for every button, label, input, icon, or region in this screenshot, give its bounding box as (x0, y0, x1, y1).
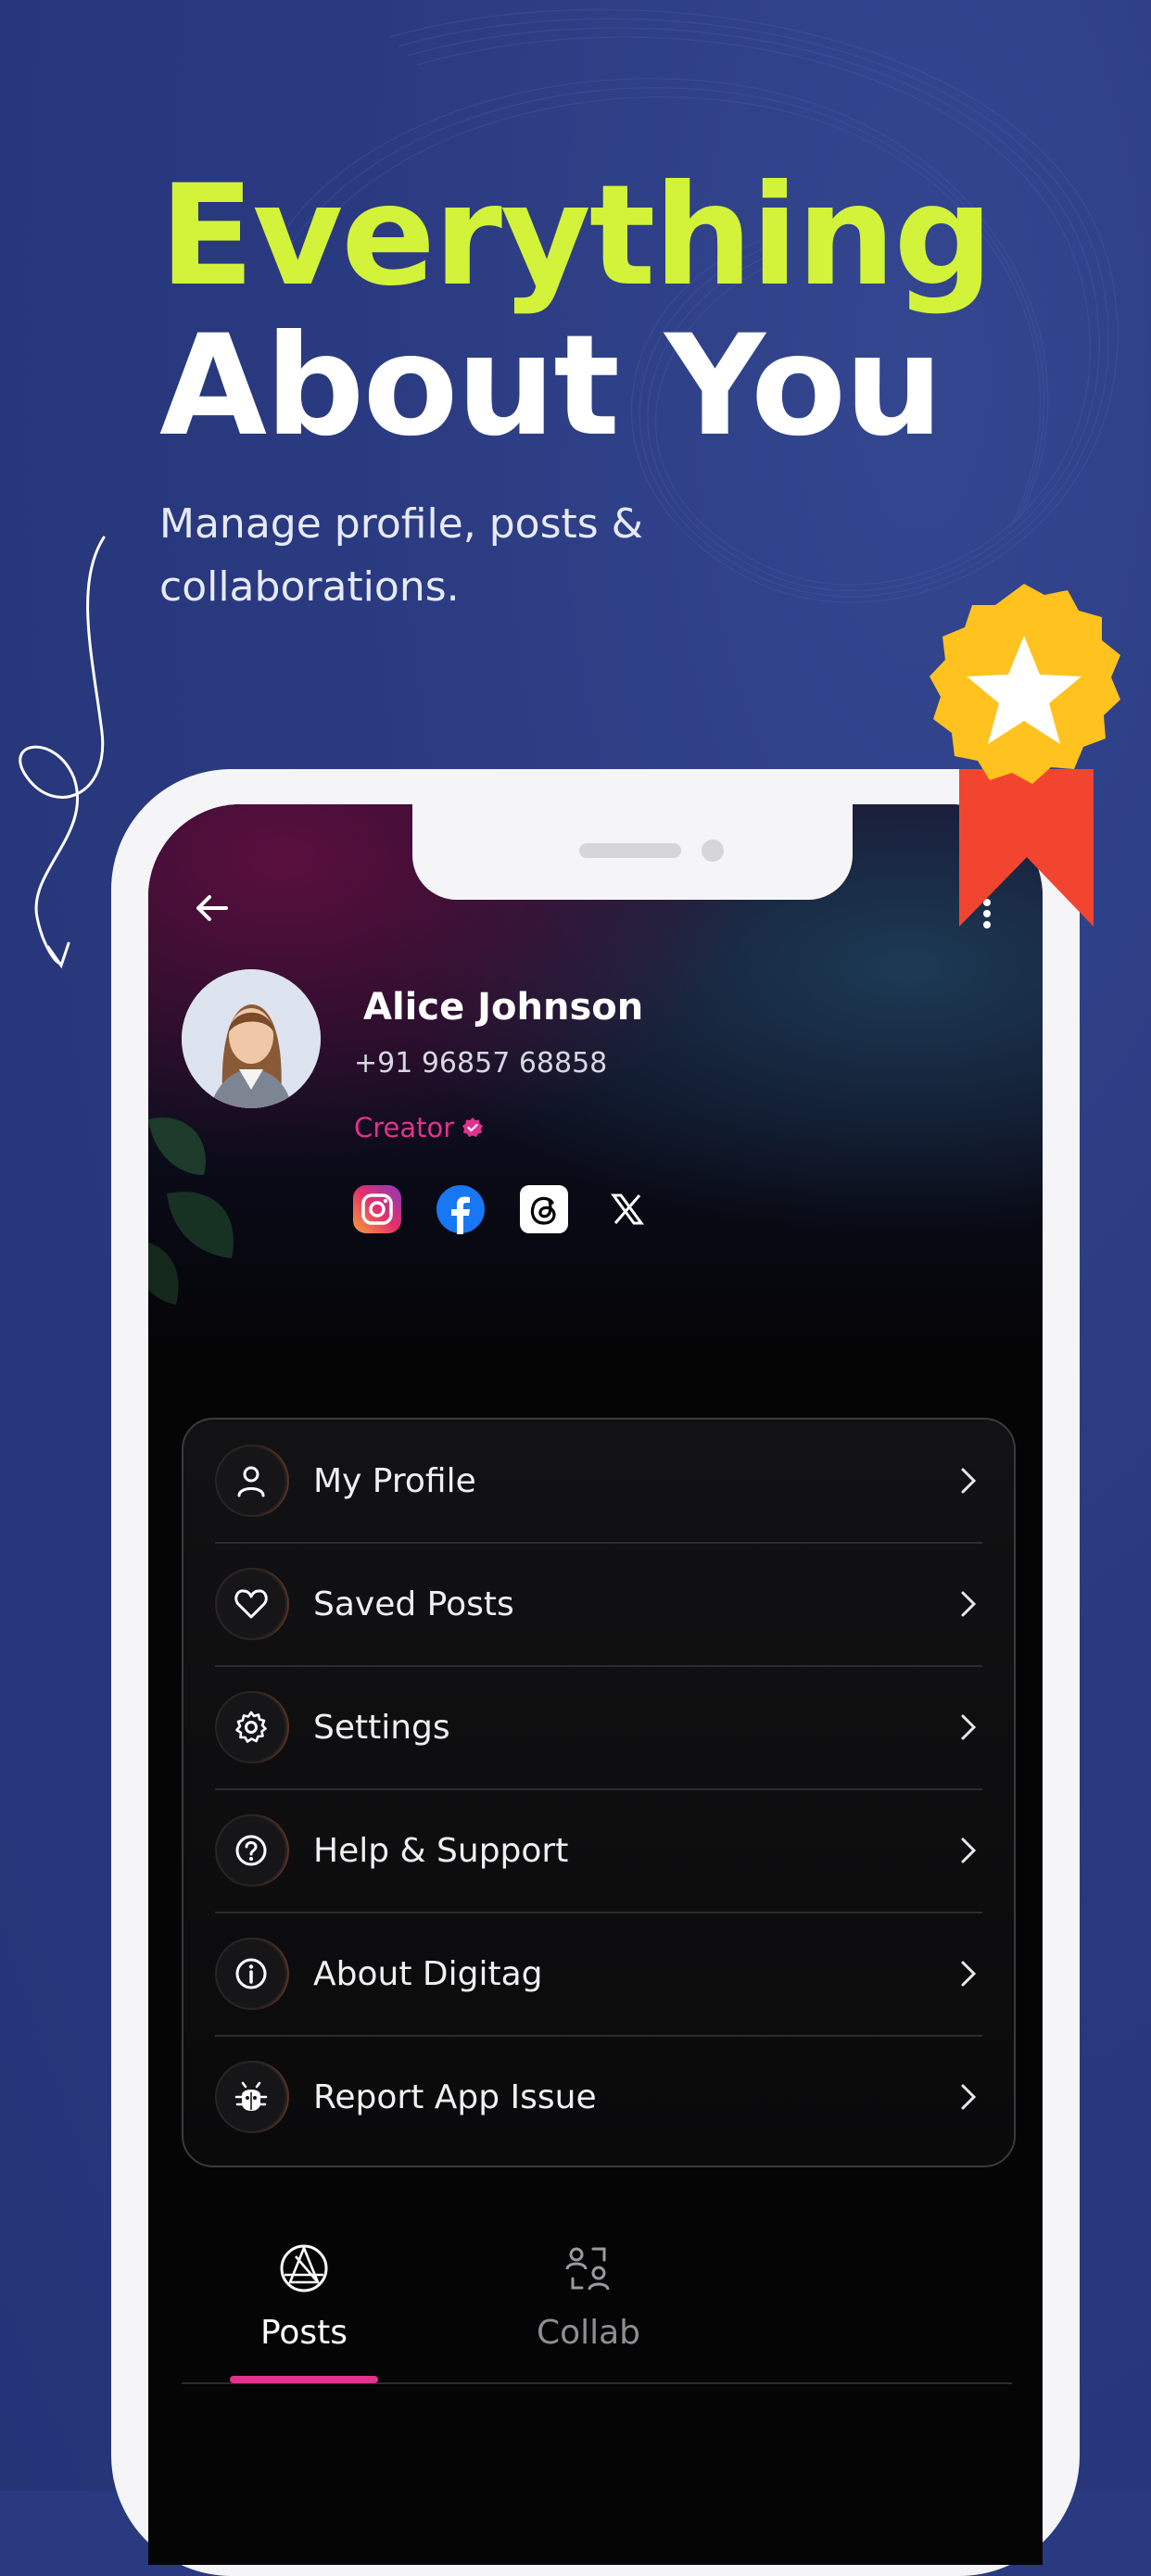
instagram-icon[interactable] (352, 1184, 402, 1234)
headline-line-2: About You (159, 306, 943, 467)
social-links (352, 1184, 652, 1234)
facebook-icon[interactable] (436, 1184, 486, 1234)
menu-item-label: My Profile (313, 1461, 476, 1500)
promo-subtitle: Manage profile, posts & collaborations. (159, 500, 643, 611)
menu-item-label: Report App Issue (313, 2077, 597, 2116)
phone-notch (412, 804, 853, 900)
profile-menu: My Profile Saved Posts Settings Help & S… (182, 1418, 1016, 2167)
tab-posts[interactable]: Posts (188, 2236, 420, 2352)
arrow-doodle-icon (19, 536, 106, 969)
threads-icon[interactable] (519, 1184, 569, 1234)
menu-item-label: About Digitag (313, 1954, 543, 1993)
posts-icon (280, 2244, 328, 2292)
avatar[interactable] (182, 969, 321, 1108)
gear-icon (215, 1691, 287, 1763)
plant-decoration (148, 1118, 234, 1305)
profile-phone: +91 96857 68858 (354, 1047, 608, 1080)
menu-item-label: Saved Posts (313, 1585, 514, 1623)
heart-icon (215, 1568, 287, 1640)
menu-item-label: Settings (313, 1708, 450, 1747)
verified-icon (462, 1118, 484, 1137)
menu-item-saved-posts[interactable]: Saved Posts (215, 1543, 982, 1665)
chevron-right-icon (961, 1837, 977, 1863)
menu-item-my-profile[interactable]: My Profile (215, 1420, 982, 1542)
profile-name: Alice Johnson (363, 986, 644, 1029)
profile-screen: Alice Johnson +91 96857 68858 Creator My… (148, 804, 1043, 2565)
tab-label: Collab (536, 2314, 641, 2352)
menu-item-help-support[interactable]: Help & Support (215, 1789, 982, 1912)
help-icon (215, 1814, 287, 1887)
phone-mockup: Alice Johnson +91 96857 68858 Creator My… (111, 769, 1080, 2576)
role-badge: Creator (354, 1112, 484, 1143)
user-icon (215, 1445, 287, 1517)
chevron-right-icon (961, 1468, 977, 1494)
tab-collab[interactable]: Collab (473, 2236, 704, 2352)
info-icon (215, 1938, 287, 2010)
menu-item-settings[interactable]: Settings (215, 1666, 982, 1788)
bug-icon (215, 2061, 287, 2133)
chevron-right-icon (961, 1714, 977, 1740)
tab-label: Posts (259, 2314, 348, 2352)
menu-item-about-digitag[interactable]: About Digitag (215, 1913, 982, 2035)
award-badge-icon (930, 584, 1120, 927)
camera (702, 840, 724, 862)
profile-photo (182, 969, 321, 1108)
role-label: Creator (354, 1112, 455, 1143)
menu-item-label: Help & Support (313, 1831, 569, 1870)
active-tab-indicator (230, 2376, 378, 2383)
x-icon[interactable] (602, 1184, 652, 1234)
menu-item-report-issue[interactable]: Report App Issue (215, 2036, 982, 2158)
promo-headline: Everything About You (159, 156, 993, 467)
collab-icon (565, 2247, 610, 2291)
speaker (579, 843, 681, 858)
chevron-right-icon (961, 1961, 977, 1987)
chevron-right-icon (961, 2084, 977, 2110)
profile-tabs: Posts Collab (148, 2236, 1043, 2384)
headline-line-1: Everything (159, 156, 993, 317)
back-arrow-icon[interactable] (185, 880, 241, 936)
chevron-right-icon (961, 1591, 977, 1617)
